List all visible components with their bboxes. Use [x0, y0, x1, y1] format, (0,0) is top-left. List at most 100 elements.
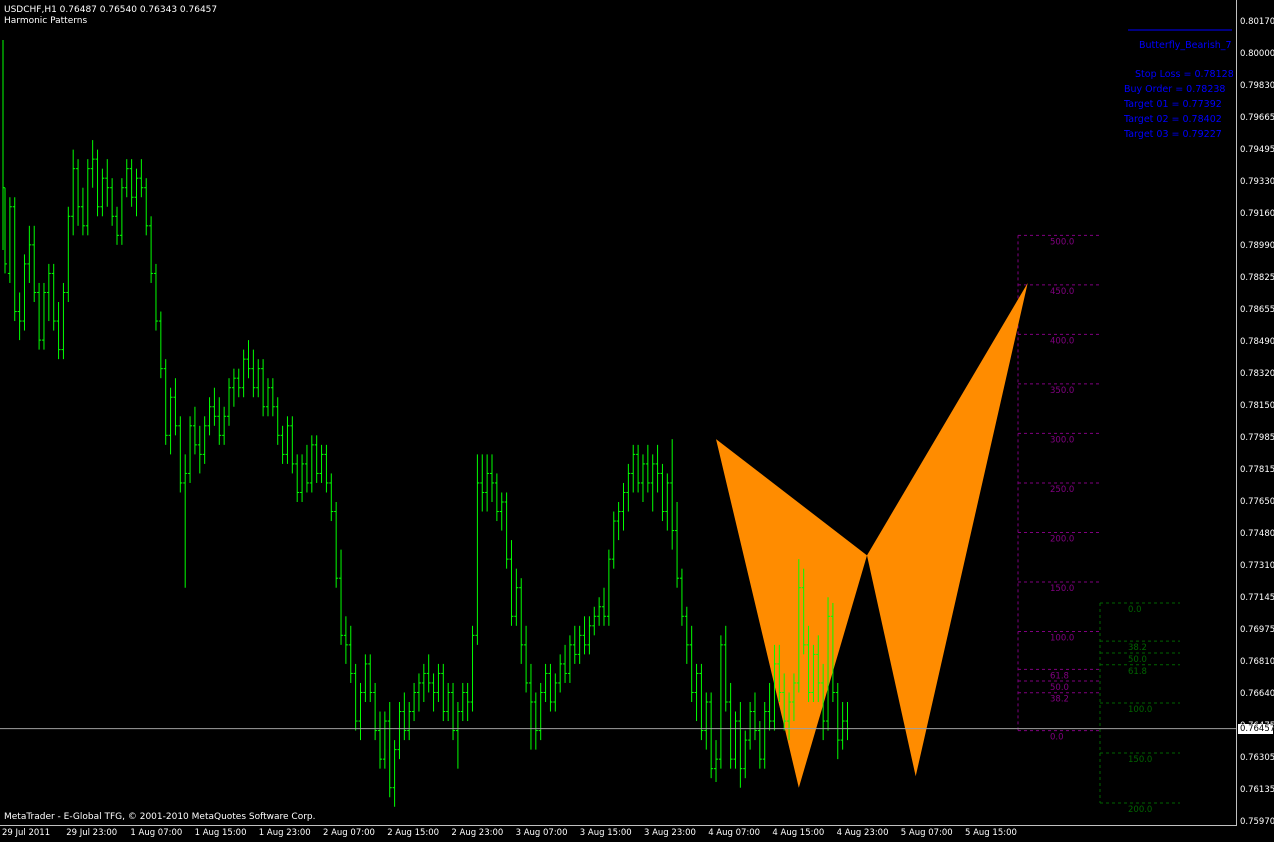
price-scale[interactable]: 0.80170 0.80000 0.79830 0.79665 0.79495 0.793… [1237, 0, 1274, 827]
fib-extension-label: 350.0 [1050, 386, 1074, 396]
time-tick: 4 Aug 23:00 [836, 828, 889, 838]
fib-extension-label: 450.0 [1050, 287, 1074, 297]
ohlc-bar [280, 425, 285, 464]
ohlc-bar [728, 682, 733, 769]
ohlc-bar [80, 187, 85, 236]
ohlc-bar [451, 682, 456, 741]
price-tick: 0.78320 [1240, 369, 1274, 379]
price-tick: 0.76975 [1240, 625, 1274, 635]
ohlc-bar [46, 263, 51, 322]
ohlc-bar [231, 368, 236, 407]
ohlc-bar [12, 197, 17, 322]
price-tick: 0.77480 [1240, 529, 1274, 539]
ohlc-bar [636, 444, 641, 493]
ohlc-bar [650, 454, 655, 512]
ohlc-bar [144, 178, 149, 236]
ohlc-bar [446, 682, 451, 722]
ohlc-bar [173, 378, 178, 436]
fib-extension-label: 400.0 [1050, 336, 1074, 346]
ohlc-bar [295, 454, 300, 502]
ohlc-bar [631, 444, 636, 493]
ohlc-bar [95, 149, 100, 217]
ohlc-bar [519, 578, 524, 664]
ohlc-bar [655, 444, 660, 493]
ohlc-bar [368, 654, 373, 702]
ohlc-bar [528, 663, 533, 750]
ohlc-bar [718, 635, 723, 769]
ohlc-bar [602, 587, 607, 626]
ohlc-bar [382, 711, 387, 769]
ohlc-bar [524, 625, 529, 693]
symbol-ohlc-line: USDCHF,H1 0.76487 0.76540 0.76343 0.7645… [4, 5, 218, 15]
target-03-line: Target 03 = 0.79227 [1124, 129, 1222, 140]
ohlc-bar [168, 387, 173, 455]
ohlc-bar [611, 511, 616, 569]
fib-retracement-label: 150.0 [1128, 755, 1152, 765]
ohlc-bar [441, 663, 446, 722]
ohlc-bar [285, 416, 290, 464]
ohlc-bar [129, 159, 134, 207]
indicator-name: Harmonic Patterns [4, 16, 88, 26]
ohlc-bar [485, 454, 490, 512]
ohlc-bar [192, 406, 197, 455]
ohlc-bar [105, 159, 110, 207]
price-tick: 0.77145 [1240, 593, 1274, 603]
ohlc-bar [37, 282, 42, 350]
price-tick: 0.77815 [1240, 465, 1274, 475]
ohlc-bar [183, 454, 188, 588]
pattern-name: Butterfly_Bearish_7 [1139, 40, 1232, 51]
fib-retracement-label: 38.2 [1128, 643, 1147, 653]
ohlc-bar [640, 454, 645, 502]
ohlc-bar [3, 187, 7, 274]
ohlc-bar [587, 616, 592, 655]
chart-area[interactable]: 500.0 450.0 400.0 350.0 300.0 250.0 200.0 150.0… [0, 0, 1237, 826]
ohlc-bar [490, 454, 494, 502]
buy-order-line: Buy Order = 0.78238 [1124, 84, 1226, 95]
ohlc-bar [494, 473, 499, 522]
ohlc-bar [265, 378, 270, 417]
ohlc-bar [124, 159, 129, 198]
price-tick: 0.76305 [1240, 753, 1274, 763]
price-tick: 0.77985 [1240, 433, 1274, 443]
ohlc-bar [548, 663, 553, 712]
ohlc-bar [139, 159, 144, 198]
ohlc-bar [460, 682, 465, 722]
ohlc-bar [748, 702, 753, 750]
ohlc-bar [32, 225, 37, 302]
price-tick: 0.79160 [1240, 209, 1274, 219]
price-tick: 0.78490 [1240, 337, 1274, 347]
ohlc-bar [733, 711, 738, 769]
ohlc-bar [377, 711, 382, 769]
ohlc-bar [470, 625, 475, 712]
ohlc-bar [582, 616, 587, 655]
ohlc-bar [324, 444, 329, 493]
ohlc-bar [514, 568, 519, 626]
target-02-line: Target 02 = 0.78402 [1124, 114, 1222, 125]
fib-retracement-label: 50.0 [1128, 655, 1147, 665]
ohlc-bar [329, 473, 334, 522]
ohlc-bar [762, 702, 767, 769]
ohlc-bar [290, 416, 295, 474]
ohlc-bar [407, 702, 412, 741]
chart-canvas[interactable]: 500.0 450.0 400.0 350.0 300.0 250.0 200.0 150.0… [0, 0, 1236, 825]
ohlc-bar [197, 425, 202, 474]
price-tick: 0.79495 [1240, 145, 1274, 155]
price-tick: 0.80170 [1240, 17, 1274, 27]
ohlc-bar [207, 397, 212, 436]
fib-extension-label: 300.0 [1050, 435, 1074, 445]
ohlc-bar [17, 292, 22, 341]
price-tick: 0.78655 [1240, 305, 1274, 315]
ohlc-bar [66, 206, 71, 302]
time-tick: 5 Aug 07:00 [900, 828, 953, 838]
ohlc-bar [743, 730, 748, 779]
fib-retracement-label: 200.0 [1128, 805, 1152, 815]
time-scale[interactable]: 29 Jul 2011 29 Jul 23:00 1 Aug 07:00 1 Aug … [0, 826, 1274, 842]
ohlc-bar [275, 397, 280, 445]
ohlc-bar [300, 454, 305, 502]
ohlc-bar [421, 663, 426, 702]
ohlc-bar [563, 644, 568, 683]
time-tick: 29 Jul 2011 [2, 828, 51, 838]
ohlc-bar [509, 540, 514, 626]
time-tick: 3 Aug 07:00 [515, 828, 568, 838]
ohlc-bar [304, 444, 309, 493]
